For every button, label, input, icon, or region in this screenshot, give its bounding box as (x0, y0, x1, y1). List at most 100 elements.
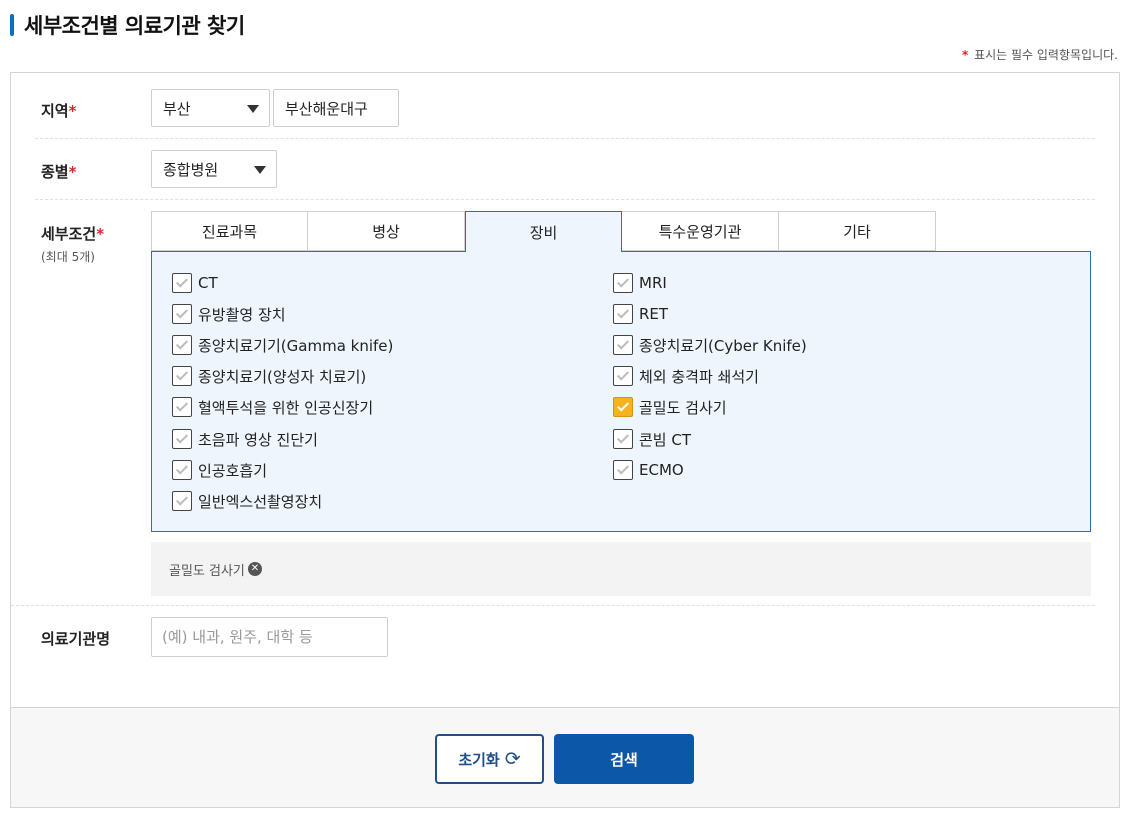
checkbox-box (172, 335, 192, 355)
check-icon (175, 399, 189, 412)
checkbox-label: CT (198, 274, 218, 292)
checkbox-label: 종양치료기기(Gamma knife) (198, 336, 394, 355)
conditions-label: 세부조건* (41, 225, 105, 243)
checkbox-box (172, 304, 192, 324)
region-row: 지역* 부산 부산해운대구 (35, 73, 1095, 139)
checkbox-dialysis[interactable]: 혈액투석을 위한 인공신장기 (172, 396, 373, 418)
check-icon (616, 368, 630, 381)
checkbox-xray[interactable]: 일반엑스선촬영장치 (172, 490, 322, 512)
checkbox-cyber-knife[interactable]: 종양치료기(Cyber Knife) (613, 334, 807, 356)
region-label: 지역* (41, 102, 77, 120)
check-icon (175, 368, 189, 381)
checkbox-box (172, 366, 192, 386)
selected-chip-label: 골밀도 검사기 (169, 563, 245, 579)
checkbox-label: 초음파 영상 진단기 (198, 430, 318, 449)
checkbox-box (172, 491, 192, 511)
checkbox-ventilator[interactable]: 인공호흡기 (172, 459, 267, 481)
checkbox-label: 종양치료기(양성자 치료기) (198, 367, 367, 386)
checkbox-label: 혈액투석을 위한 인공신장기 (198, 398, 374, 417)
selected-chip: 골밀도 검사기 ✕ (169, 560, 262, 579)
checkbox-label: 종양치료기(Cyber Knife) (639, 336, 807, 355)
checkbox-label: 유방촬영 장치 (198, 305, 286, 324)
check-icon (616, 399, 630, 412)
tab-etc[interactable]: 기타 (779, 211, 936, 251)
conditions-tabs: 진료과목 병상 장비 특수운영기관 기타 (151, 211, 936, 252)
check-icon (175, 306, 189, 319)
checkbox-cone-beam-ct[interactable]: 콘빔 CT (613, 428, 691, 450)
check-icon (175, 493, 189, 506)
tab-beds[interactable]: 병상 (308, 211, 465, 251)
checkbox-box-checked (613, 397, 633, 417)
checkbox-label: 골밀도 검사기 (639, 398, 727, 417)
region-city-value: 부산 (163, 99, 191, 118)
checkbox-label: 콘빔 CT (639, 430, 692, 449)
checkbox-ecmo[interactable]: ECMO (613, 459, 684, 481)
checkbox-lithotripter[interactable]: 체외 충격파 쇄석기 (613, 365, 759, 387)
search-form: 지역* 부산 부산해운대구 종별* 종합병원 세부조건* (최대 5개) 진료과… (10, 72, 1120, 808)
checkbox-box (613, 366, 633, 386)
check-icon (616, 306, 630, 319)
checkbox-box (613, 460, 633, 480)
tab-equipment[interactable]: 장비 (465, 211, 622, 252)
check-icon (175, 337, 189, 350)
checkbox-gamma-knife[interactable]: 종양치료기기(Gamma knife) (172, 334, 393, 356)
region-district-select[interactable]: 부산해운대구 (273, 89, 399, 127)
page-title-text: 세부조건별 의료기관 찾기 (24, 14, 245, 38)
checkbox-mri[interactable]: MRI (613, 272, 667, 294)
required-note-text: 표시는 필수 입력항목입니다. (974, 48, 1118, 62)
check-icon (616, 337, 630, 350)
checkbox-box (613, 335, 633, 355)
reset-button-label: 초기화 (458, 750, 500, 769)
equipment-panel: CT 유방촬영 장치 종양치료기기(Gamma knife) 종양치료기(양성자… (151, 251, 1091, 532)
check-icon (616, 275, 630, 288)
checkbox-mammography[interactable]: 유방촬영 장치 (172, 303, 286, 325)
checkbox-label: 일반엑스선촬영장치 (198, 492, 323, 511)
checkbox-ultrasound[interactable]: 초음파 영상 진단기 (172, 428, 318, 450)
required-note: * 표시는 필수 입력항목입니다. (962, 46, 1118, 63)
refresh-icon: ⟳ (504, 748, 521, 770)
checkbox-box (172, 397, 192, 417)
required-star: * (961, 48, 969, 62)
chevron-down-icon (254, 166, 266, 174)
institution-name-label: 의료기관명 (41, 630, 111, 648)
region-city-select[interactable]: 부산 (151, 89, 270, 127)
checkbox-label: 체외 충격파 쇄석기 (639, 367, 759, 386)
search-button-label: 검색 (610, 750, 638, 769)
title-accent-bar (10, 14, 14, 36)
conditions-max-note: (최대 5개) (41, 250, 95, 264)
checkbox-label: MRI (639, 274, 667, 292)
checkbox-proton-therapy[interactable]: 종양치료기(양성자 치료기) (172, 365, 366, 387)
checkbox-label: RET (639, 305, 669, 323)
checkbox-ret[interactable]: RET (613, 303, 668, 325)
checkbox-box (613, 304, 633, 324)
check-icon (616, 431, 630, 444)
page-title: 세부조건별 의료기관 찾기 (10, 10, 245, 40)
checkbox-label: 인공호흡기 (198, 461, 268, 480)
check-icon (175, 431, 189, 444)
checkbox-box (172, 429, 192, 449)
form-footer: 초기화 ⟳ 검색 (11, 707, 1119, 807)
category-select[interactable]: 종합병원 (151, 150, 277, 188)
region-district-value: 부산해운대구 (285, 99, 368, 118)
checkbox-box (613, 429, 633, 449)
checkbox-box (172, 460, 192, 480)
category-label: 종별* (41, 163, 77, 181)
checkbox-bone-densitometer[interactable]: 골밀도 검사기 (613, 396, 727, 418)
check-icon (175, 462, 189, 475)
search-button[interactable]: 검색 (554, 734, 694, 784)
checkbox-label: ECMO (639, 461, 684, 479)
check-icon (616, 462, 630, 475)
institution-name-input[interactable] (151, 617, 388, 657)
category-row: 종별* 종합병원 (35, 139, 1095, 200)
close-icon[interactable]: ✕ (247, 562, 262, 576)
tab-department[interactable]: 진료과목 (151, 211, 308, 251)
checkbox-box (613, 273, 633, 293)
selected-conditions: 골밀도 검사기 ✕ (151, 542, 1091, 596)
reset-button[interactable]: 초기화 ⟳ (435, 734, 544, 784)
chevron-down-icon (247, 105, 259, 113)
checkbox-ct[interactable]: CT (172, 272, 218, 294)
tab-special-institution[interactable]: 특수운영기관 (622, 211, 779, 251)
category-value: 종합병원 (163, 160, 219, 179)
checkbox-box (172, 273, 192, 293)
check-icon (175, 275, 189, 288)
